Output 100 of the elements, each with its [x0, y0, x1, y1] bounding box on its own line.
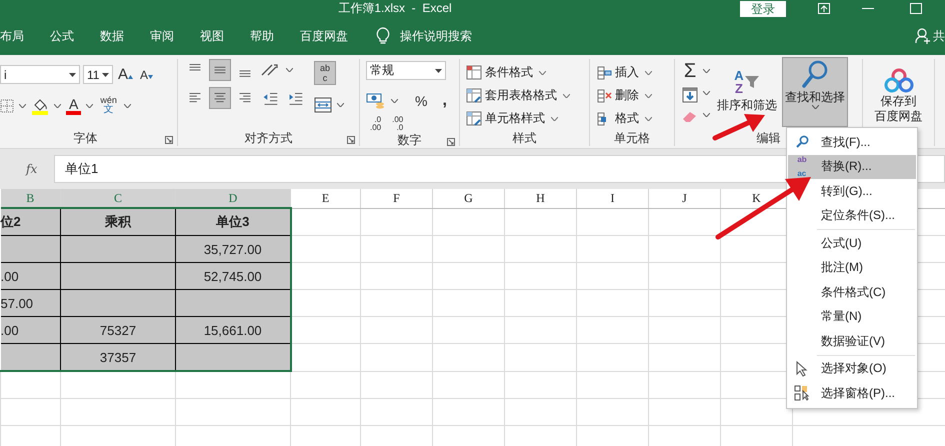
ribbon-tab[interactable]: 帮助 — [250, 28, 274, 44]
caret-icon[interactable] — [391, 99, 398, 103]
lightbulb-icon[interactable] — [376, 27, 390, 45]
ribbon-tab[interactable]: 百度网盘 — [300, 28, 348, 44]
up-triangle-icon — [128, 75, 134, 79]
percent-button[interactable]: % — [413, 94, 430, 108]
caret-icon[interactable] — [54, 104, 61, 108]
merge-center-icon[interactable] — [314, 97, 332, 113]
borders-icon[interactable] — [0, 98, 14, 112]
grow-font-button[interactable]: A — [116, 67, 136, 82]
column-header[interactable]: C — [60, 189, 176, 208]
caret-icon — [551, 116, 558, 120]
column-header[interactable]: I — [576, 189, 648, 208]
shrink-font-button[interactable]: A — [138, 68, 156, 80]
dialog-launcher-icon[interactable] — [347, 136, 355, 144]
insert-function-button[interactable]: fx — [26, 162, 54, 176]
table-style-icon — [466, 110, 482, 126]
caret-icon — [563, 94, 570, 98]
cells-menu-button[interactable]: 插入 — [596, 63, 668, 82]
cells-menu-button[interactable]: 格式 — [596, 109, 668, 128]
column-header[interactable]: F — [360, 189, 432, 208]
comma-style-button[interactable]: , — [440, 93, 449, 109]
ribbon-tab[interactable]: 布局 — [0, 28, 24, 44]
menu-item[interactable]: 查找(F)... — [788, 130, 916, 154]
fill-color-icon[interactable] — [31, 96, 49, 114]
table-cell: .00 — [0, 268, 19, 284]
caret-icon[interactable] — [124, 104, 131, 108]
table-cell: 位2 — [0, 214, 21, 229]
column-header[interactable]: J — [648, 189, 720, 208]
menu-item[interactable]: 公式(U) — [788, 231, 916, 256]
cells-menu-button[interactable]: 删除 — [596, 86, 668, 105]
menu-item[interactable]: 批注(M) — [788, 256, 916, 280]
column-header[interactable]: E — [290, 189, 360, 208]
font-color-button[interactable]: A — [66, 96, 82, 114]
caret-icon — [645, 70, 652, 74]
increase-decimal-button[interactable]: .0 .00 — [366, 116, 386, 132]
column-header[interactable]: B — [0, 189, 60, 208]
dropdown-icon[interactable] — [435, 68, 442, 72]
font-size-field[interactable]: 11 — [83, 65, 113, 84]
table-cell: 35,727.00 — [204, 242, 262, 256]
autosum-button[interactable]: Σ — [682, 61, 698, 81]
group-label: 对齐方式 — [244, 130, 292, 146]
ribbon-tab[interactable]: 数据 — [100, 28, 124, 44]
caret-icon — [645, 116, 652, 120]
sort-filter-button[interactable]: A Z 排序和筛选 — [714, 63, 780, 130]
dropdown-icon[interactable] — [102, 72, 109, 76]
window-title: 工作簿1.xlsx - Excel — [337, 0, 453, 17]
table-cell: 15,661.00 — [204, 322, 262, 338]
search-icon — [801, 60, 829, 90]
fill-down-icon[interactable] — [682, 87, 698, 103]
menu-item[interactable]: 数据验证(V) — [788, 329, 916, 354]
ribbon-tab[interactable]: 审阅 — [150, 28, 174, 44]
ribbon-tab[interactable]: 视图 — [200, 28, 224, 44]
column-header[interactable]: H — [504, 189, 576, 208]
caret-icon[interactable] — [86, 104, 94, 108]
ribbon-display-icon[interactable] — [818, 3, 830, 14]
maximize-icon[interactable] — [910, 3, 922, 14]
dropdown-icon[interactable] — [69, 72, 76, 76]
align-button[interactable] — [209, 59, 231, 81]
dialog-launcher-icon[interactable] — [165, 136, 173, 144]
table-cell: 单位3 — [216, 214, 250, 229]
caret-icon[interactable] — [286, 68, 293, 72]
selection-pane-icon — [794, 385, 810, 402]
find-select-button[interactable]: 查找和选择 — [782, 57, 848, 127]
save-to-baidu-button[interactable]: 保存到 百度网盘 — [867, 65, 930, 127]
styles-menu-button[interactable]: 套用表格格式 — [466, 86, 583, 105]
caret-icon[interactable] — [337, 103, 344, 107]
menu-item[interactable]: 常量(N) — [788, 304, 916, 329]
pointer-icon — [796, 360, 808, 377]
menu-item[interactable]: ab ac 替换(R)... — [788, 154, 916, 179]
styles-menu-button[interactable]: 条件格式 — [466, 63, 583, 82]
column-header[interactable]: G — [432, 189, 504, 208]
table-cell: 75327 — [100, 322, 136, 338]
menu-item[interactable]: 选择对象(O) — [788, 356, 916, 381]
column-header[interactable]: D — [176, 189, 290, 208]
caret-icon[interactable] — [703, 91, 710, 95]
currency-icon[interactable] — [366, 92, 386, 110]
table-cell: 37357 — [100, 350, 136, 364]
caret-icon[interactable] — [703, 69, 710, 73]
menu-item[interactable]: 选择窗格(P)... — [788, 381, 916, 406]
sign-in-button[interactable]: 登录 — [740, 0, 786, 16]
decrease-decimal-button[interactable]: .00 .0 — [388, 116, 408, 132]
caret-icon — [645, 94, 652, 98]
align-button[interactable] — [209, 87, 231, 109]
table-cell: 52,745.00 — [204, 268, 262, 284]
wrap-text-button[interactable]: ab c — [314, 61, 336, 85]
styles-menu-button[interactable]: 单元格样式 — [466, 109, 583, 128]
person-icon[interactable] — [915, 28, 931, 44]
font-name-field[interactable]: i — [0, 65, 80, 84]
phonetic-guide-button[interactable]: wén 文 — [98, 96, 119, 115]
tell-me-search[interactable]: 操作说明搜索 — [400, 28, 472, 44]
group-label: 单元格 — [614, 130, 650, 146]
menu-item[interactable]: 条件格式(C) — [788, 280, 916, 304]
caret-icon[interactable] — [19, 104, 26, 108]
share-button[interactable]: 共 — [933, 28, 945, 44]
cells-icon — [596, 64, 612, 80]
ribbon-tab[interactable]: 公式 — [50, 28, 74, 44]
number-format-field[interactable]: 常规 — [366, 61, 446, 80]
caret-icon[interactable] — [703, 113, 710, 117]
dialog-launcher-icon[interactable] — [447, 138, 455, 146]
